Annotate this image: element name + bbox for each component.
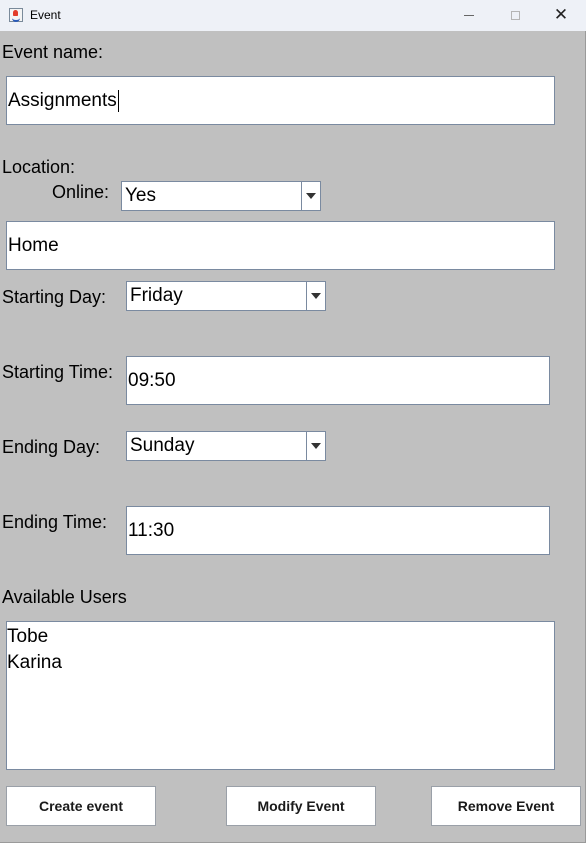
chevron-down-icon[interactable] xyxy=(306,432,325,460)
event-name-label: Event name: xyxy=(2,42,104,62)
available-users-label: Available Users xyxy=(2,587,127,607)
list-item[interactable]: Tobe xyxy=(7,624,554,650)
remove-event-button[interactable]: Remove Event xyxy=(431,786,581,826)
text-caret xyxy=(117,89,119,112)
create-event-button[interactable]: Create event xyxy=(6,786,156,826)
ending-time-value: 11:30 xyxy=(128,519,175,541)
location-input[interactable]: Home xyxy=(6,221,555,270)
starting-time-input[interactable]: 09:50 xyxy=(126,356,550,405)
minimize-icon xyxy=(464,15,474,16)
available-users-list[interactable]: Tobe Karina xyxy=(6,621,555,770)
minimize-button[interactable] xyxy=(446,0,492,31)
starting-day-value: Friday xyxy=(130,285,183,306)
ending-time-input[interactable]: 11:30 xyxy=(126,506,550,555)
ending-time-label: Ending Time: xyxy=(2,512,108,532)
modify-event-button[interactable]: Modify Event xyxy=(226,786,376,826)
event-window: Event ✕ Event name: Assignments Location… xyxy=(0,0,586,843)
close-button[interactable]: ✕ xyxy=(538,0,584,31)
event-name-input[interactable]: Assignments xyxy=(6,76,555,125)
list-item[interactable]: Karina xyxy=(7,650,554,676)
ending-day-dropdown[interactable]: Sunday xyxy=(126,431,326,461)
window-title: Event xyxy=(30,8,61,22)
online-dropdown[interactable]: Yes xyxy=(121,181,321,211)
java-app-icon xyxy=(9,8,23,22)
chevron-down-icon[interactable] xyxy=(306,282,325,310)
starting-time-value: 09:50 xyxy=(128,369,176,391)
close-icon: ✕ xyxy=(553,5,569,25)
ending-day-value: Sunday xyxy=(130,435,195,456)
event-name-value: Assignments xyxy=(8,89,117,111)
starting-day-label: Starting Day: xyxy=(2,287,107,307)
title-bar[interactable]: Event ✕ xyxy=(0,0,586,31)
maximize-icon xyxy=(510,11,520,20)
maximize-button[interactable] xyxy=(492,0,538,31)
starting-day-dropdown[interactable]: Friday xyxy=(126,281,326,311)
ending-day-label: Ending Day: xyxy=(2,437,101,457)
chevron-down-icon[interactable] xyxy=(301,182,320,210)
online-label: Online: xyxy=(52,182,110,202)
starting-time-label: Starting Time: xyxy=(2,362,114,382)
location-value: Home xyxy=(8,234,59,256)
location-label: Location: xyxy=(2,157,76,177)
online-dropdown-value: Yes xyxy=(125,185,156,206)
